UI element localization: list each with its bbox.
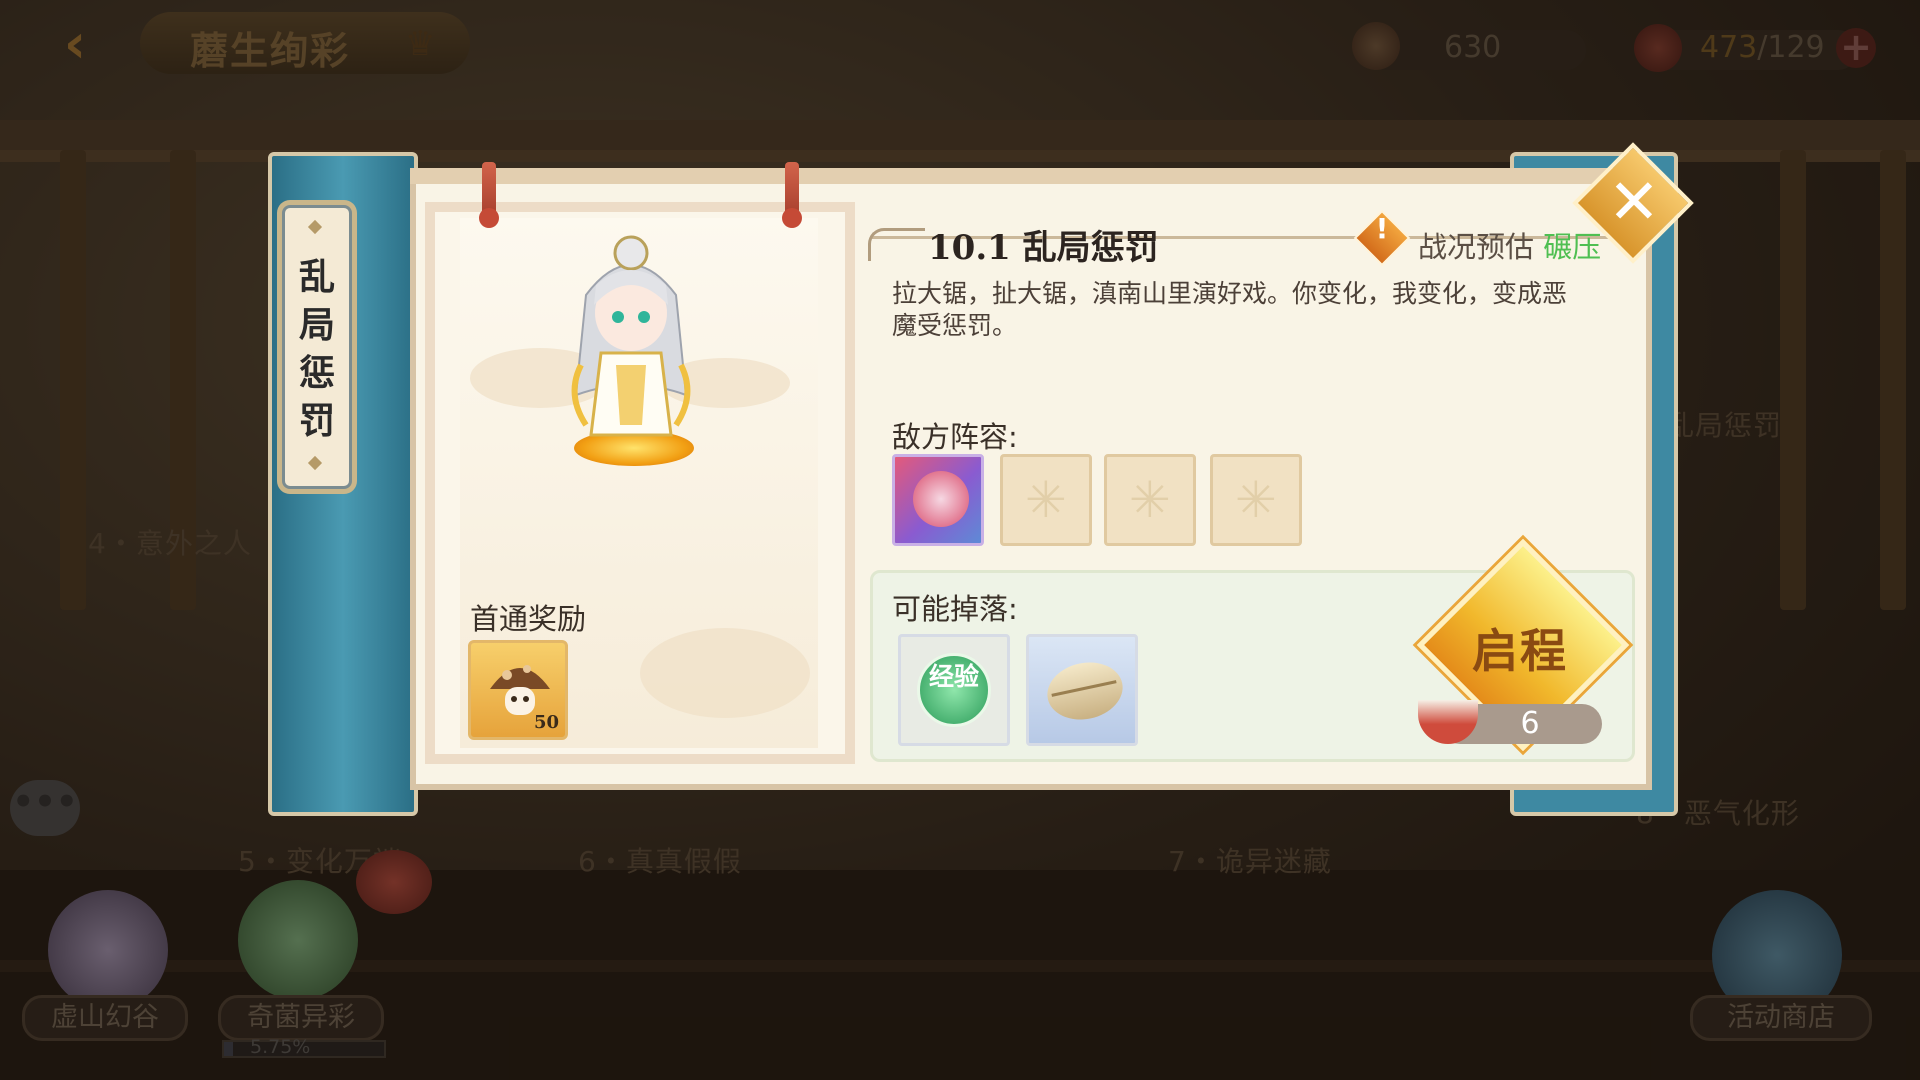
drop-item-shell[interactable]	[1026, 634, 1138, 746]
cloud-decoration	[640, 628, 810, 718]
battle-estimate: 战况预估 碾压	[1418, 224, 1601, 266]
scroll-pin-head	[782, 208, 802, 228]
enemy-slot-1[interactable]	[892, 454, 984, 546]
reward-count: 50	[533, 712, 559, 733]
first-clear-reward-label: 首通奖励	[470, 602, 587, 636]
battle-estimate-value: 碾压	[1543, 230, 1602, 264]
enemy-lineup-label: 敌方阵容:	[892, 420, 1018, 454]
dialog-top-band	[410, 168, 1652, 184]
hook-ornament	[868, 228, 925, 261]
cowrie-shell-icon	[1042, 655, 1128, 727]
warning-icon: !	[1375, 212, 1389, 245]
drop-item-exp[interactable]: 经验	[898, 634, 1010, 746]
empty-slot-icon: ✳	[1025, 471, 1067, 529]
stage-description: 拉大锯，扯大锯，滇南山里演好戏。你变化，我变化，变成恶魔受惩罚。	[892, 279, 1568, 340]
enemy-portrait	[913, 471, 969, 527]
vertical-title-plate: 乱局惩罚	[282, 205, 352, 489]
close-icon[interactable]: ✕	[1596, 162, 1672, 242]
empty-slot-icon: ✳	[1129, 471, 1171, 529]
diamond-ornament	[307, 455, 323, 471]
scroll-pin-head	[479, 208, 499, 228]
character-sprite	[571, 235, 691, 437]
diamond-ornament	[307, 219, 323, 235]
stage-title: 10.1 乱局惩罚	[928, 228, 1159, 268]
possible-drops-label: 可能掉落:	[892, 592, 1018, 626]
battle-estimate-label: 战况预估	[1418, 230, 1535, 264]
exp-orb-icon: 经验	[917, 653, 991, 727]
enemy-slot-4: ✳	[1210, 454, 1302, 546]
first-clear-reward-item[interactable]: 50	[468, 640, 568, 740]
stamina-cost: 6	[1520, 706, 1540, 741]
start-button[interactable]: 启程	[1460, 615, 1580, 681]
empty-slot-icon: ✳	[1235, 471, 1277, 529]
enemy-slot-3: ✳	[1104, 454, 1196, 546]
vertical-title: 乱局惩罚	[298, 257, 335, 442]
enemy-slot-2: ✳	[1000, 454, 1092, 546]
